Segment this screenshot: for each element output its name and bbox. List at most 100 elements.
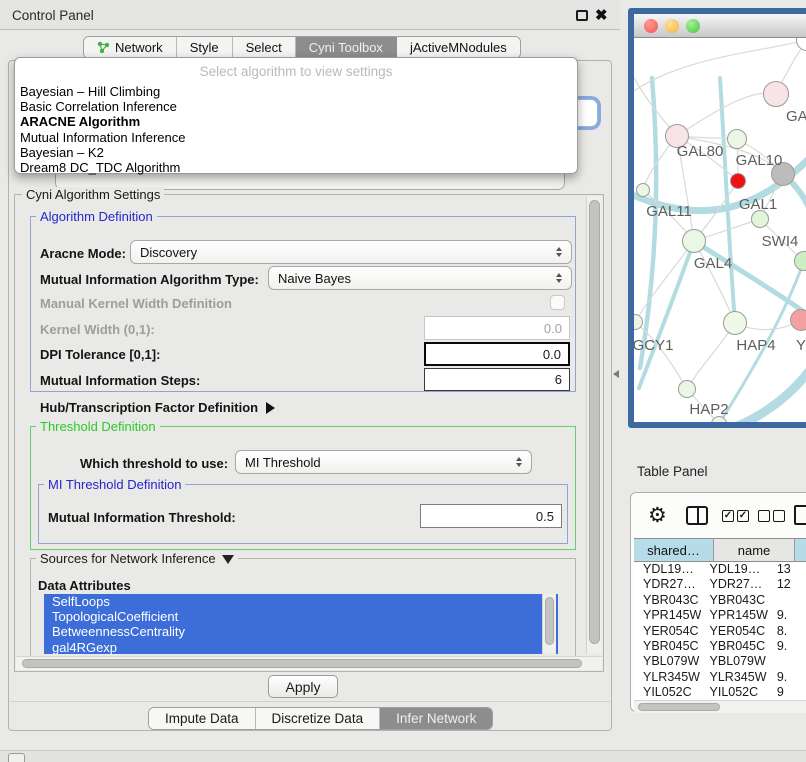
unchecked-box-icon[interactable]	[773, 510, 785, 522]
aracne-mode-value: Discovery	[140, 245, 197, 260]
dpi-tolerance-label: DPI Tolerance [0,1]:	[40, 347, 160, 362]
kernel-width-field[interactable]: 0.0	[424, 316, 570, 340]
column-header-name[interactable]: name	[714, 539, 795, 561]
table-horizontal-scrollbar[interactable]	[634, 700, 806, 713]
bottom-tab-infer-network[interactable]: Infer Network	[380, 708, 492, 729]
network-icon	[97, 41, 110, 54]
table-row[interactable]: YIL052CYIL052C9	[634, 685, 806, 700]
tab-label: jActiveMNodules	[410, 40, 507, 55]
bottom-tab-discretize-data[interactable]: Discretize Data	[256, 708, 381, 729]
mi-algorithm-type-select[interactable]: Naive Bayes	[268, 266, 572, 290]
bottom-tabs: Impute DataDiscretize DataInfer Network	[148, 707, 493, 730]
control-panel-title: Control Panel	[12, 8, 94, 23]
sources-title[interactable]: Sources for Network Inference	[36, 551, 238, 566]
column-header-extra[interactable]	[795, 539, 806, 561]
mini-panel-icon[interactable]	[8, 753, 25, 762]
algorithm-definition-title: Algorithm Definition	[36, 209, 157, 224]
apply-button[interactable]: Apply	[268, 675, 338, 698]
kernel-width-label: Kernel Width (0,1):	[40, 322, 155, 337]
stepper-arrows-icon	[556, 247, 562, 258]
algorithm-option[interactable]: Bayesian – K2	[18, 145, 574, 160]
table-cell: 8.	[768, 624, 806, 639]
network-node-gal4[interactable]	[682, 229, 706, 253]
aracne-mode-label: Aracne Mode:	[40, 246, 126, 261]
table-body: YDL19…YDL19…13YDR27…YDR27…12YBR043CYBR04…	[634, 562, 806, 700]
table-row[interactable]: YDR27…YDR27…12	[634, 577, 806, 592]
close-icon[interactable]: ✖	[595, 6, 608, 24]
algorithm-option[interactable]: Bayesian – Hill Climbing	[18, 84, 574, 99]
table-cell: 13	[768, 562, 806, 577]
network-node-hap2[interactable]	[678, 380, 696, 398]
split-columns-icon[interactable]	[686, 506, 708, 525]
tab-select[interactable]: Select	[233, 37, 296, 58]
bottom-tab-impute-data[interactable]: Impute Data	[149, 708, 256, 729]
algorithm-option[interactable]: Basic Correlation Inference	[18, 99, 574, 114]
network-node[interactable]	[730, 173, 746, 189]
table-cell: YDL19…	[701, 562, 768, 577]
table-cell: YER054C	[634, 624, 701, 639]
mi-threshold-field[interactable]: 0.5	[420, 504, 562, 528]
network-node[interactable]	[727, 129, 747, 149]
close-traffic-light[interactable]	[644, 19, 658, 33]
tab-style[interactable]: Style	[177, 37, 233, 58]
table-row[interactable]: YLR345WYLR345W9.	[634, 670, 806, 685]
attribute-item[interactable]: TopologicalCoefficient	[44, 609, 558, 624]
stepper-arrows-icon	[516, 457, 522, 468]
mi-threshold-value: 0.5	[536, 509, 554, 524]
table-cell: YBL079W	[634, 654, 701, 669]
table-cell: 9.	[768, 639, 806, 654]
which-threshold-select[interactable]: MI Threshold	[235, 450, 532, 474]
attributes-scrollbar[interactable]	[542, 594, 556, 654]
node-label-hap4: HAP4	[736, 337, 775, 354]
minimize-traffic-light[interactable]	[665, 19, 679, 33]
algorithm-option[interactable]: Mutual Information Inference	[18, 130, 574, 145]
table-row[interactable]: YBR045CYBR045C9.	[634, 639, 806, 654]
settings-horizontal-scrollbar[interactable]	[16, 656, 602, 670]
checked-box-icon[interactable]: ✓	[737, 510, 749, 522]
unchecked-box-icon[interactable]	[758, 510, 770, 522]
tab-jactivemnodules[interactable]: jActiveMNodules	[397, 37, 520, 58]
attribute-item[interactable]: gal4RGexp	[44, 640, 558, 654]
settings-group-title: Cyni Algorithm Settings	[22, 187, 164, 202]
manual-kernel-checkbox[interactable]	[550, 295, 565, 310]
table-row[interactable]: YER054CYER054C8.	[634, 624, 806, 639]
table-row[interactable]: YBR043CYBR043C	[634, 593, 806, 608]
page-icon[interactable]	[794, 505, 806, 525]
tab-label: Select	[246, 40, 282, 55]
tab-network[interactable]: Network	[84, 37, 177, 58]
hub-definition-toggle[interactable]: Hub/Transcription Factor Definition	[40, 400, 275, 415]
tab-cyni-toolbox[interactable]: Cyni Toolbox	[296, 37, 397, 58]
splitter-collapse-icon[interactable]	[613, 370, 619, 378]
dpi-tolerance-field[interactable]: 0.0	[424, 342, 570, 366]
mi-type-value: Naive Bayes	[278, 271, 351, 286]
settings-vertical-scrollbar[interactable]	[586, 196, 602, 654]
network-node[interactable]	[790, 309, 806, 331]
attribute-item[interactable]: SelfLoops	[44, 594, 558, 609]
checked-box-icon[interactable]: ✓	[722, 510, 734, 522]
node-label-gal: GAL	[786, 108, 806, 125]
attribute-item[interactable]: BetweennessCentrality	[44, 624, 558, 639]
aracne-mode-select[interactable]: Discovery	[130, 240, 572, 264]
network-window-titlebar[interactable]	[634, 14, 806, 38]
gear-icon[interactable]: ⚙	[648, 503, 667, 528]
network-canvas[interactable]: GALGAL80GAL10GAL11GAL1SWI4GAL4GCY1HAP4YH…	[634, 38, 806, 422]
zoom-traffic-light[interactable]	[686, 19, 700, 33]
table-row[interactable]: YBL079WYBL079W	[634, 654, 806, 669]
mi-steps-field[interactable]: 6	[424, 368, 570, 391]
stepper-arrows-icon	[556, 273, 562, 284]
node-label-hap2: HAP2	[689, 401, 728, 418]
table-cell: YPR145W	[701, 608, 768, 623]
algorithm-option[interactable]: ARACNE Algorithm	[18, 114, 574, 129]
node-label-gal80: GAL80	[677, 143, 724, 160]
table-cell: 12	[768, 577, 806, 592]
network-node[interactable]	[763, 81, 789, 107]
float-window-icon[interactable]	[576, 10, 588, 21]
column-header-shared…[interactable]: shared…	[634, 539, 714, 561]
data-attributes-label: Data Attributes	[38, 578, 131, 593]
network-node[interactable]	[636, 183, 650, 197]
table-row[interactable]: YDL19…YDL19…13	[634, 562, 806, 577]
algorithm-option[interactable]: Dream8 DC_TDC Algorithm	[18, 160, 574, 175]
network-node-hap4[interactable]	[723, 311, 747, 335]
table-row[interactable]: YPR145WYPR145W9.	[634, 608, 806, 623]
data-attributes-list[interactable]: SelfLoopsTopologicalCoefficientBetweenne…	[44, 594, 558, 654]
